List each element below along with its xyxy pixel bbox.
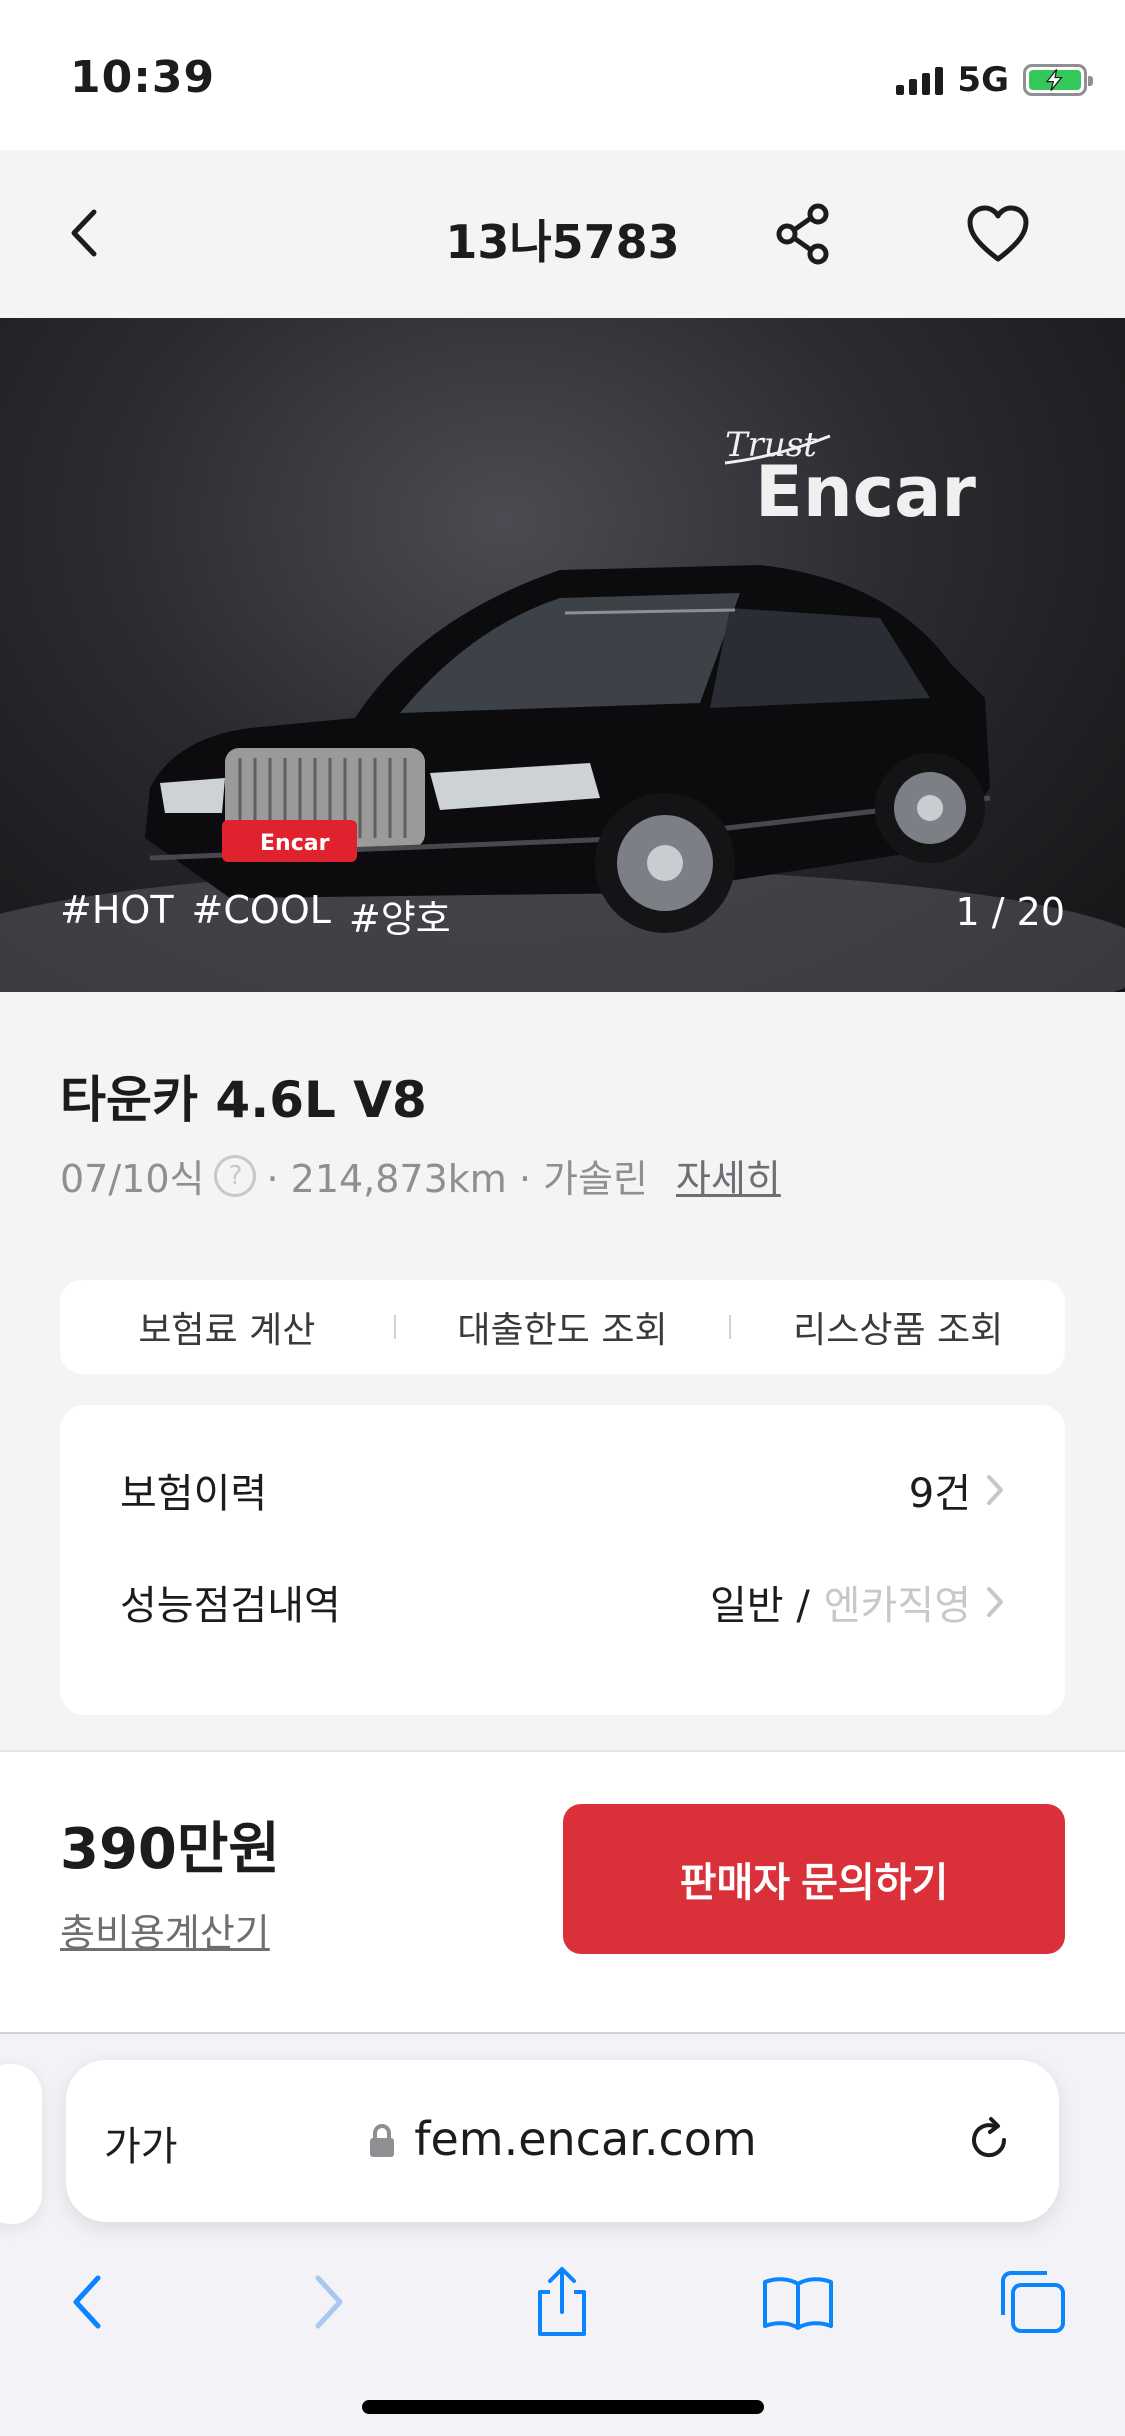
loan-limit-button[interactable]: 대출한도 조회 [396, 1301, 730, 1353]
browser-back-button[interactable] [46, 2262, 126, 2342]
help-icon[interactable]: ? [214, 1154, 257, 1197]
browser-tabs-button[interactable] [992, 2262, 1072, 2342]
history-card: 보험이력 9건 성능점검내역 일반 / 엔카직영 [60, 1405, 1065, 1715]
browser-forward-button[interactable] [290, 2262, 370, 2342]
inspection-value-muted: 엔카직영 [823, 1583, 971, 1629]
hero-tags: #HOT #COOL #양호 [60, 888, 451, 943]
inspection-value-group: 일반 / 엔카직영 [710, 1573, 1005, 1631]
browser-share-button[interactable] [522, 2262, 602, 2342]
lock-icon [370, 2124, 395, 2157]
signal-icon [896, 65, 944, 95]
bottom-bar: 390만원 총비용계산기 판매자 문의하기 [0, 1750, 1125, 2032]
tag-hot: #HOT [60, 888, 174, 932]
reload-button[interactable] [957, 2108, 1021, 2172]
quick-actions: 보험료 계산 대출한도 조회 리스상품 조회 [60, 1280, 1065, 1374]
reload-icon [972, 2117, 1007, 2158]
page-title: 13나5783 [445, 215, 680, 269]
status-time: 10:39 [70, 52, 216, 103]
insurance-history-row[interactable]: 보험이력 9건 [120, 1455, 1005, 1525]
watermark-encar: Encar [755, 451, 976, 533]
car-title: 타운카 4.6L V8 [60, 1071, 427, 1129]
detail-link[interactable]: 자세히 [676, 1148, 781, 1203]
total-cost-calc-link[interactable]: 총비용계산기 [60, 1902, 270, 1957]
tag-cool: #COOL [191, 888, 331, 932]
insurance-history-value: 9건 [908, 1471, 971, 1517]
insurance-calc-button[interactable]: 보험료 계산 [60, 1301, 394, 1353]
favorite-button[interactable] [958, 194, 1038, 274]
back-icon [73, 2275, 101, 2329]
price: 390만원 [60, 1817, 280, 1882]
home-indicator [362, 2400, 764, 2414]
status-indicators: 5G [896, 60, 1093, 100]
battery-icon [1023, 64, 1093, 96]
inspection-label: 성능점검내역 [120, 1583, 341, 1629]
insurance-history-value-group: 9건 [909, 1461, 1005, 1519]
url-text: fem.encar.com [414, 2112, 757, 2166]
url-display[interactable]: fem.encar.com [66, 2112, 1059, 2166]
app-header: 13나5783 [0, 150, 1125, 318]
chevron-right-icon [987, 1475, 1003, 1505]
car-year: 07/10식 [60, 1157, 205, 1201]
forward-icon [315, 2275, 343, 2329]
insurance-history-label: 보험이력 [120, 1471, 268, 1517]
inspection-row[interactable]: 성능점검내역 일반 / 엔카직영 [120, 1567, 1005, 1637]
photo-counter: 1 / 20 [955, 890, 1066, 934]
browser-chrome: 가가 fem.encar.com [0, 2032, 1125, 2436]
car-mileage-fuel: · 214,873km · 가솔린 [266, 1157, 648, 1201]
share-button[interactable] [763, 194, 843, 274]
address-bar[interactable]: 가가 fem.encar.com [66, 2060, 1059, 2222]
seller-inquiry-button[interactable]: 판매자 문의하기 [563, 1804, 1065, 1954]
inspection-value: 일반 / [710, 1583, 810, 1629]
network-label: 5G [957, 60, 1009, 100]
bookmarks-icon [763, 2277, 833, 2330]
car-meta: 07/10식 ? · 214,873km · 가솔린 자세히 [60, 1148, 781, 1203]
heart-icon [967, 205, 1029, 262]
chevron-right-icon [987, 1587, 1003, 1617]
lease-product-button[interactable]: 리스상품 조회 [731, 1301, 1065, 1353]
previous-tab-peek[interactable] [0, 2064, 42, 2224]
tabs-icon [1001, 2271, 1065, 2333]
browser-bookmarks-button[interactable] [758, 2262, 838, 2342]
status-bar: 10:39 5G [0, 0, 1125, 150]
share-icon [776, 203, 829, 265]
browser-toolbar [0, 2234, 1125, 2364]
plate-text: Encar [260, 831, 330, 856]
tag-good: #양호 [348, 897, 451, 941]
share-icon [538, 2267, 586, 2336]
car-photo[interactable]: Trust Encar Encar #HOT #COOL #양호 1 / 20 [0, 318, 1125, 992]
